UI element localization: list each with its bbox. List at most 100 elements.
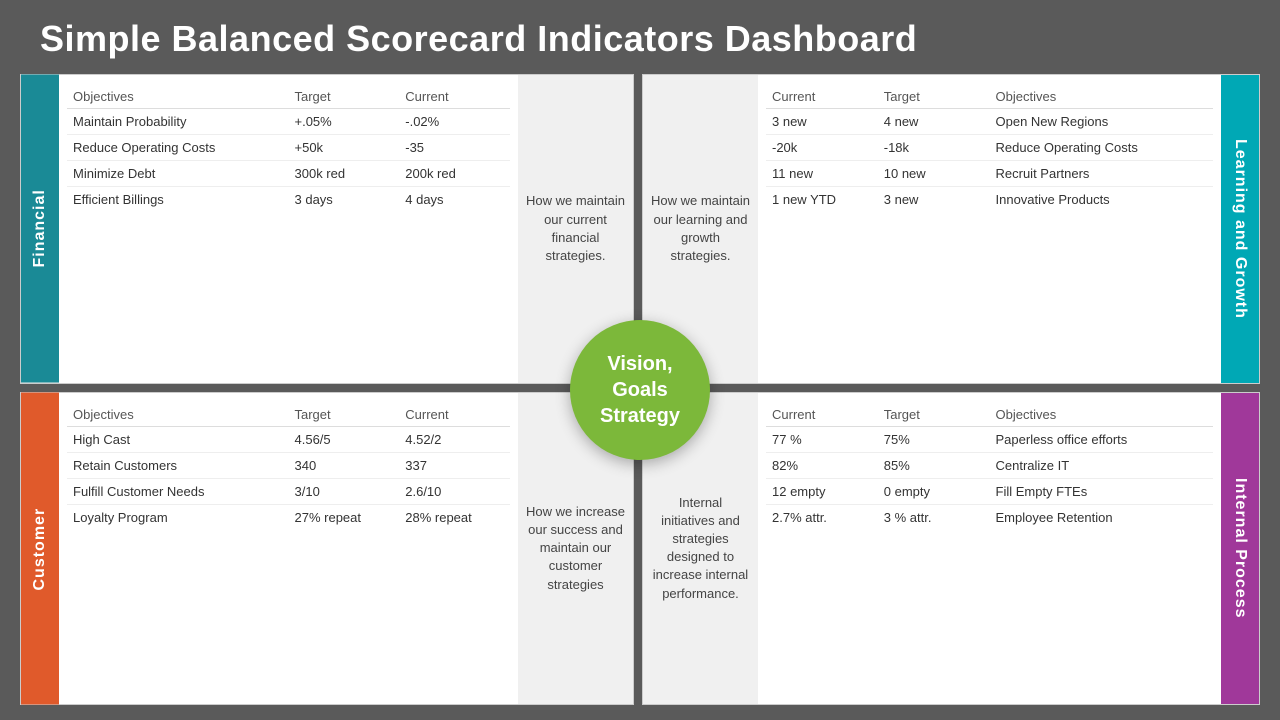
learning-label: Learning and Growth xyxy=(1221,75,1259,383)
table-cell: 3 days xyxy=(289,187,400,213)
customer-table-section: Objectives Target Current High Cast4.56/… xyxy=(59,393,518,705)
table-cell: 85% xyxy=(878,452,990,478)
table-row: 12 empty0 emptyFill Empty FTEs xyxy=(766,478,1213,504)
table-cell: 4 days xyxy=(399,187,510,213)
table-row: Retain Customers340337 xyxy=(67,452,510,478)
table-row: High Cast4.56/54.52/2 xyxy=(67,426,510,452)
table-cell: 3/10 xyxy=(289,478,400,504)
table-row: -20k-18kReduce Operating Costs xyxy=(766,135,1213,161)
financial-table: Objectives Target Current Maintain Proba… xyxy=(67,85,510,212)
table-cell: +.05% xyxy=(289,109,400,135)
internal-col-target: Target xyxy=(878,403,990,427)
table-cell: 12 empty xyxy=(766,478,878,504)
table-cell: Centralize IT xyxy=(990,452,1214,478)
customer-inner: Objectives Target Current High Cast4.56/… xyxy=(59,393,633,705)
table-cell: +50k xyxy=(289,135,400,161)
table-cell: Maintain Probability xyxy=(67,109,289,135)
internal-inner: Current Target Objectives 77 %75%Paperle… xyxy=(758,393,1221,705)
learning-table: Current Target Objectives 3 new4 newOpen… xyxy=(766,85,1213,212)
page-title: Simple Balanced Scorecard Indicators Das… xyxy=(0,0,1280,74)
learning-table-section: Current Target Objectives 3 new4 newOpen… xyxy=(758,75,1221,383)
table-cell: Reduce Operating Costs xyxy=(990,135,1214,161)
table-cell: 3 % attr. xyxy=(878,504,990,530)
table-cell: 77 % xyxy=(766,426,878,452)
table-cell: 337 xyxy=(399,452,510,478)
table-cell: Open New Regions xyxy=(990,109,1214,135)
customer-col-objectives: Objectives xyxy=(67,403,289,427)
customer-quadrant: Customer Objectives Target Current High … xyxy=(20,392,634,706)
table-row: Reduce Operating Costs+50k-35 xyxy=(67,135,510,161)
table-cell: Loyalty Program xyxy=(67,504,289,530)
table-row: 77 %75%Paperless office efforts xyxy=(766,426,1213,452)
internal-table: Current Target Objectives 77 %75%Paperle… xyxy=(766,403,1213,530)
internal-label: Internal Process xyxy=(1221,393,1259,705)
table-cell: 200k red xyxy=(399,161,510,187)
table-row: Efficient Billings3 days4 days xyxy=(67,187,510,213)
table-row: Maintain Probability+.05%-.02% xyxy=(67,109,510,135)
learning-quadrant: How we maintain our learning and growth … xyxy=(642,74,1260,384)
table-row: Fulfill Customer Needs3/102.6/10 xyxy=(67,478,510,504)
table-row: 11 new10 newRecruit Partners xyxy=(766,161,1213,187)
customer-col-current: Current xyxy=(399,403,510,427)
financial-quadrant: Financial Objectives Target Current Main… xyxy=(20,74,634,384)
customer-description: How we increase our success and maintain… xyxy=(518,393,633,705)
table-cell: Minimize Debt xyxy=(67,161,289,187)
table-cell: Fulfill Customer Needs xyxy=(67,478,289,504)
table-cell: Recruit Partners xyxy=(990,161,1214,187)
table-cell: Employee Retention xyxy=(990,504,1214,530)
table-cell: 2.6/10 xyxy=(399,478,510,504)
table-row: Loyalty Program27% repeat28% repeat xyxy=(67,504,510,530)
table-cell: 1 new YTD xyxy=(766,187,878,213)
internal-table-section: Current Target Objectives 77 %75%Paperle… xyxy=(758,393,1221,705)
table-row: 3 new4 newOpen New Regions xyxy=(766,109,1213,135)
table-cell: 4.52/2 xyxy=(399,426,510,452)
table-cell: 10 new xyxy=(878,161,990,187)
table-cell: High Cast xyxy=(67,426,289,452)
table-cell: -18k xyxy=(878,135,990,161)
table-cell: 4.56/5 xyxy=(289,426,400,452)
learning-description: How we maintain our learning and growth … xyxy=(643,75,758,383)
table-cell: Efficient Billings xyxy=(67,187,289,213)
table-cell: 340 xyxy=(289,452,400,478)
table-cell: 0 empty xyxy=(878,478,990,504)
table-row: 82%85%Centralize IT xyxy=(766,452,1213,478)
customer-col-target: Target xyxy=(289,403,400,427)
table-cell: 75% xyxy=(878,426,990,452)
financial-table-section: Objectives Target Current Maintain Proba… xyxy=(59,75,518,383)
table-cell: 82% xyxy=(766,452,878,478)
customer-label: Customer xyxy=(21,393,59,705)
financial-col-target: Target xyxy=(289,85,400,109)
financial-inner: Objectives Target Current Maintain Proba… xyxy=(59,75,633,383)
financial-label: Financial xyxy=(21,75,59,383)
table-cell: 28% repeat xyxy=(399,504,510,530)
table-row: Minimize Debt300k red200k red xyxy=(67,161,510,187)
financial-description: How we maintain our current financial st… xyxy=(518,75,633,383)
table-cell: -35 xyxy=(399,135,510,161)
table-cell: 4 new xyxy=(878,109,990,135)
table-row: 2.7% attr.3 % attr.Employee Retention xyxy=(766,504,1213,530)
main-grid: Financial Objectives Target Current Main… xyxy=(20,74,1260,705)
table-cell: Innovative Products xyxy=(990,187,1214,213)
internal-col-objectives: Objectives xyxy=(990,403,1214,427)
learning-col-target: Target xyxy=(878,85,990,109)
table-cell: 11 new xyxy=(766,161,878,187)
table-cell: Retain Customers xyxy=(67,452,289,478)
table-cell: 3 new xyxy=(766,109,878,135)
table-cell: Reduce Operating Costs xyxy=(67,135,289,161)
learning-col-objectives: Objectives xyxy=(990,85,1214,109)
learning-col-current: Current xyxy=(766,85,878,109)
table-cell: Fill Empty FTEs xyxy=(990,478,1214,504)
table-cell: 27% repeat xyxy=(289,504,400,530)
internal-col-current: Current xyxy=(766,403,878,427)
table-row: 1 new YTD3 newInnovative Products xyxy=(766,187,1213,213)
internal-description: Internal initiatives and strategies desi… xyxy=(643,393,758,705)
table-cell: -.02% xyxy=(399,109,510,135)
financial-col-objectives: Objectives xyxy=(67,85,289,109)
table-cell: 300k red xyxy=(289,161,400,187)
table-cell: Paperless office efforts xyxy=(990,426,1214,452)
internal-quadrant: Internal initiatives and strategies desi… xyxy=(642,392,1260,706)
table-cell: 2.7% attr. xyxy=(766,504,878,530)
table-cell: 3 new xyxy=(878,187,990,213)
table-cell: -20k xyxy=(766,135,878,161)
financial-col-current: Current xyxy=(399,85,510,109)
